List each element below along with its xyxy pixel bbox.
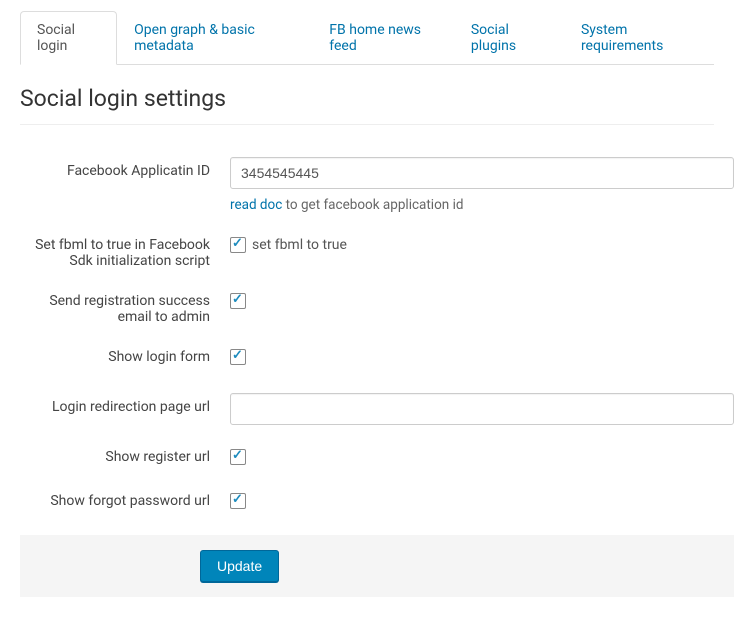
redirect-url-label: Login redirection page url [20,393,230,415]
show-login-checkbox[interactable] [230,349,246,365]
tab-fb-news-feed[interactable]: FB home news feed [312,11,454,65]
read-doc-link[interactable]: read doc [230,197,282,213]
redirect-url-input[interactable] [230,393,734,425]
fb-app-id-help-suffix: to get facebook application id [282,197,463,213]
show-register-label: Show register url [20,449,230,465]
fb-app-id-help: read doc to get facebook application id [230,197,734,213]
show-register-checkbox[interactable] [230,449,246,465]
submit-bar: Update [20,535,734,597]
update-button[interactable]: Update [200,550,279,582]
show-login-label: Show login form [20,349,230,365]
fbml-checkbox[interactable] [230,237,246,253]
tabs-nav: Social login Open graph & basic metadata… [20,10,714,65]
reg-email-label: Send registration success email to admin [20,293,230,325]
fbml-checkbox-label: set fbml to true [252,237,347,253]
page-title: Social login settings [20,85,714,125]
fb-app-id-input[interactable] [230,157,734,189]
fb-app-id-label: Facebook Applicatin ID [20,157,230,179]
show-forgot-label: Show forgot password url [20,493,230,509]
settings-form: Facebook Applicatin ID read doc to get f… [0,135,734,525]
tab-social-login[interactable]: Social login [20,11,117,65]
show-forgot-checkbox[interactable] [230,493,246,509]
tab-open-graph[interactable]: Open graph & basic metadata [117,11,312,65]
fbml-label: Set fbml to true in Facebook Sdk initial… [20,237,230,269]
tab-system-requirements[interactable]: System requirements [564,11,714,65]
tab-social-plugins[interactable]: Social plugins [454,11,564,65]
reg-email-checkbox[interactable] [230,293,246,309]
